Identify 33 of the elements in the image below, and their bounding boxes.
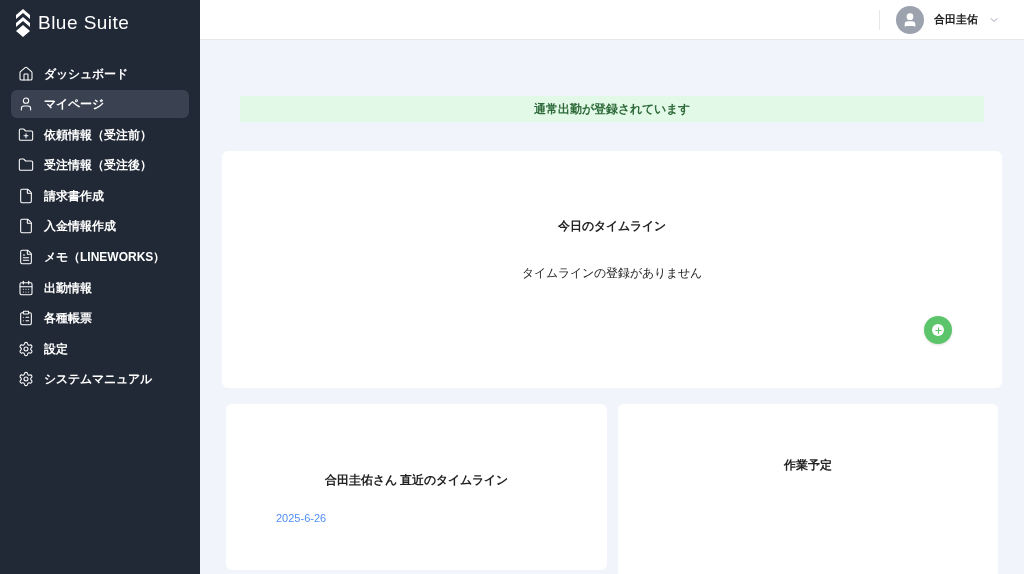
sidebar-item[interactable]: 各種帳票 bbox=[11, 304, 189, 333]
sidebar-item[interactable]: ダッシュボード bbox=[11, 59, 189, 88]
avatar-icon bbox=[896, 5, 924, 34]
document-icon bbox=[18, 187, 34, 204]
settings-icon bbox=[18, 371, 34, 388]
home-icon bbox=[18, 65, 34, 82]
clipboard-icon bbox=[18, 310, 34, 327]
plus-icon bbox=[932, 324, 944, 336]
logo-icon bbox=[16, 9, 30, 38]
user-menu[interactable]: 合田圭佑 bbox=[896, 5, 1000, 34]
card-title: 合田圭佑さん 直近のタイムライン bbox=[323, 472, 509, 489]
settings-icon bbox=[18, 340, 34, 357]
empty-message: タイムラインの登録がありません bbox=[522, 265, 702, 282]
status-banner: 通常出勤が登録されています bbox=[240, 96, 984, 122]
user-icon bbox=[18, 96, 34, 113]
sidebar-item[interactable]: 受注情報（受注後） bbox=[11, 151, 189, 180]
sidebar-item[interactable]: システムマニュアル bbox=[11, 365, 189, 394]
note-icon bbox=[18, 249, 34, 266]
sidebar-item[interactable]: メモ（LINEWORKS） bbox=[11, 243, 189, 272]
sidebar-item[interactable]: 請求書作成 bbox=[11, 181, 189, 210]
card-title: 作業予定 bbox=[782, 457, 833, 474]
logo-text: Blue Suite bbox=[38, 11, 130, 35]
document-icon bbox=[18, 218, 34, 235]
card-title: 今日のタイムライン bbox=[558, 218, 666, 235]
sidebar-item[interactable]: 設定 bbox=[11, 334, 189, 363]
folder-plus-icon bbox=[18, 126, 34, 143]
calendar-icon bbox=[18, 279, 34, 296]
folder-icon bbox=[18, 157, 34, 174]
add-button[interactable] bbox=[924, 316, 952, 344]
sidebar-item[interactable]: 入金情報作成 bbox=[11, 212, 189, 241]
sidebar-item[interactable]: 依頼情報（受注前） bbox=[11, 120, 189, 149]
sidebar-item[interactable]: 出勤情報 bbox=[11, 273, 189, 302]
sidebar-item[interactable]: マイページ bbox=[11, 90, 189, 119]
